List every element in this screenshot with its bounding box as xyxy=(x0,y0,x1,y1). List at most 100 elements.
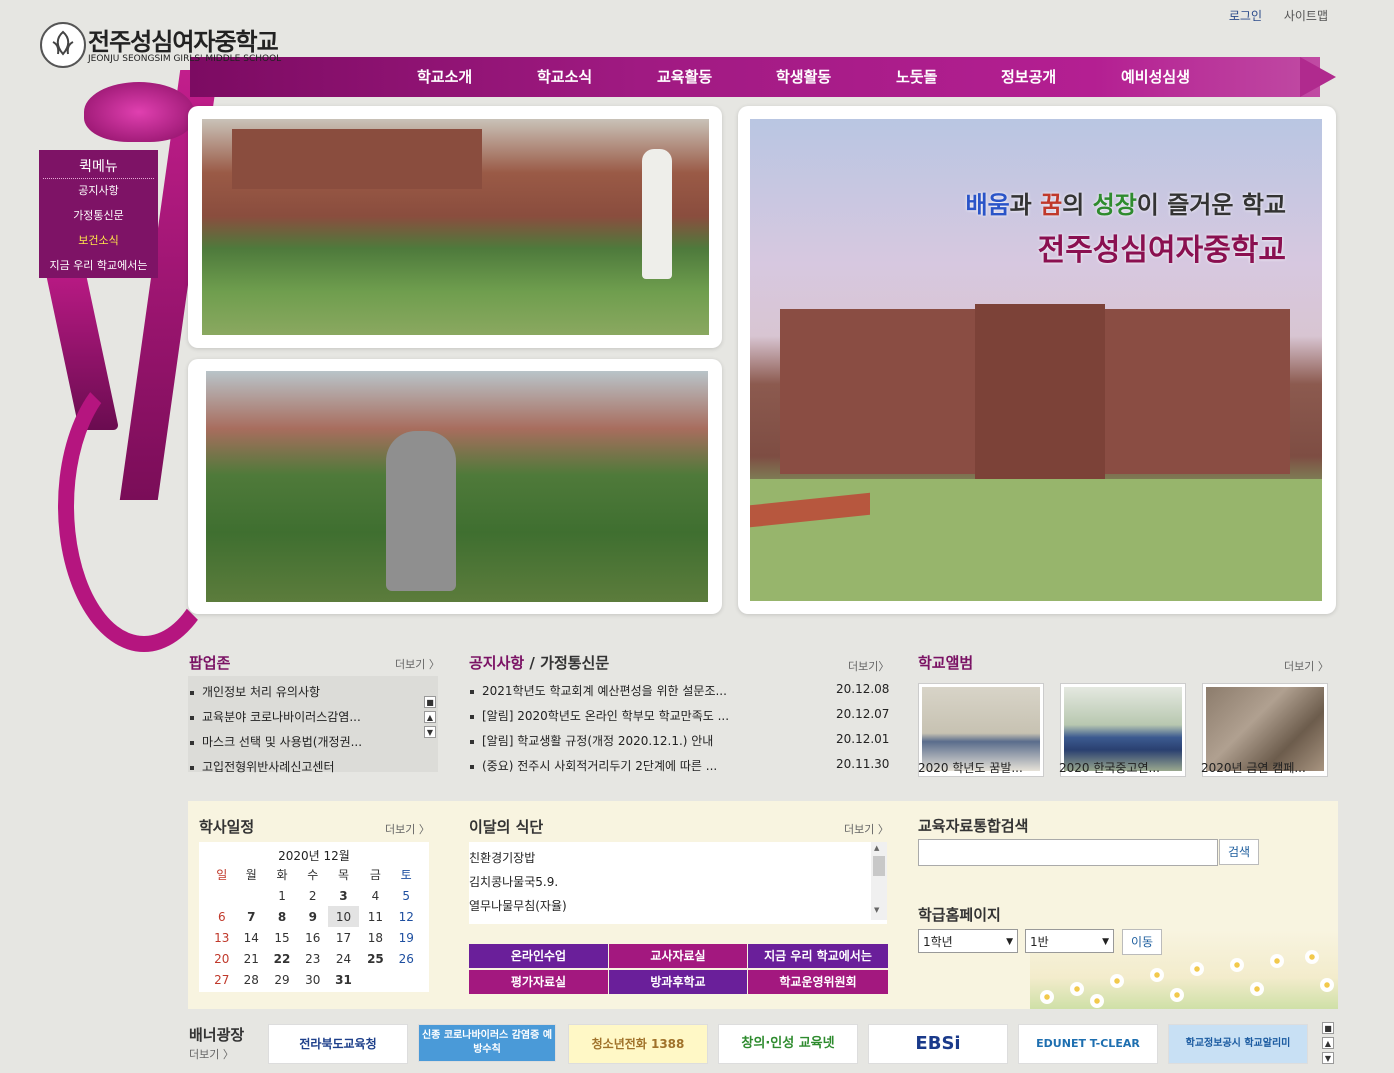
album-caption[interactable]: 2020 학년도 꿈발... xyxy=(918,759,1023,776)
popup-item[interactable]: 마스크 선택 및 사용법(개정권... xyxy=(190,733,362,750)
popup-item[interactable]: 개인정보 처리 유의사항 xyxy=(190,683,320,700)
daisy-icon xyxy=(1190,962,1204,976)
calendar-day xyxy=(207,885,237,906)
meal-scrollbar[interactable]: ▲ ▼ xyxy=(871,842,887,920)
class-select[interactable]: 1반 ▼ xyxy=(1025,929,1114,953)
meal-item: 김치콩나물국5.9. xyxy=(469,875,559,889)
popup-item[interactable]: 고입전형위반사례신고센터 xyxy=(190,758,334,775)
banner-jeonbuk-education[interactable]: 전라북도교육청 xyxy=(268,1024,408,1064)
album-caption[interactable]: 2020년 금연 캠페... xyxy=(1201,759,1306,776)
notice-item[interactable]: 2021학년도 학교회계 예산편성을 위한 설문조... xyxy=(470,682,727,699)
calendar-day-event[interactable]: 7 xyxy=(237,906,267,927)
album-caption[interactable]: 2020 한국중고연... xyxy=(1059,759,1160,776)
online-class-button[interactable]: 온라인수업 xyxy=(469,944,608,968)
notice-tab-notice[interactable]: 공지사항 xyxy=(469,654,524,672)
daisy-icon xyxy=(1270,954,1284,968)
stop-icon[interactable]: ■ xyxy=(424,696,436,708)
arrow-down-icon[interactable]: ▼ xyxy=(424,726,436,738)
meal-list: 친환경기장밥 김치콩나물국5.9. 열무나물무침(자율) ▲ ▼ xyxy=(469,842,887,924)
go-button[interactable]: 이동 xyxy=(1122,929,1162,955)
arrow-up-icon[interactable]: ▲ xyxy=(1322,1037,1334,1049)
arrow-down-icon[interactable]: ▼ xyxy=(1322,1052,1334,1064)
arrow-up-icon[interactable]: ▲ xyxy=(874,844,879,852)
teacher-resources-button[interactable]: 교사자료실 xyxy=(609,944,747,968)
notice-item[interactable]: [알림] 학교생활 규정(개정 2020.12.1.) 안내 xyxy=(470,732,713,749)
nav-item-student-activity[interactable]: 학생활동 xyxy=(776,66,831,87)
calendar-day-event[interactable]: 22 xyxy=(266,948,298,969)
nav-item-prospective[interactable]: 예비성심생 xyxy=(1121,66,1190,87)
notice-item-date: 20.12.01 xyxy=(836,732,890,746)
banner-corona-prevention[interactable]: 신종 코로나바이러스 감염증 예방수칙 xyxy=(418,1024,556,1062)
quick-menu: 퀵메뉴 공지사항 가정통신문 보건소식 지금 우리 학교에서는 xyxy=(39,150,158,278)
school-committee-button[interactable]: 학교운영위원회 xyxy=(748,970,888,994)
evaluation-resources-button[interactable]: 평가자료실 xyxy=(469,970,608,994)
bullet-icon xyxy=(470,714,474,719)
calendar-day xyxy=(237,885,267,906)
weekday-tue: 화 xyxy=(276,868,288,882)
popup-item[interactable]: 교육분야 코로나바이러스감염... xyxy=(190,708,361,725)
arrow-up-icon[interactable]: ▲ xyxy=(424,711,436,723)
calendar-day: 14 xyxy=(243,930,259,945)
school-logo[interactable]: 전주성심여자중학교 JEONJU SEONGSIM GIRLS' MIDDLE … xyxy=(40,22,281,70)
nav-item-school-news[interactable]: 학교소식 xyxy=(537,66,592,87)
search-input[interactable] xyxy=(918,839,1218,866)
calendar-day-event[interactable]: 8 xyxy=(266,906,298,927)
calendar-more-link[interactable]: 더보기 〉 xyxy=(385,821,430,837)
nav-item-education[interactable]: 교육활동 xyxy=(657,66,712,87)
notice-tab-separator: / xyxy=(524,654,541,672)
stop-icon[interactable]: ■ xyxy=(1322,1022,1334,1034)
calendar-week: 13 14 15 16 17 18 19 xyxy=(207,927,421,948)
memorial-stone-shape xyxy=(386,431,456,591)
calendar: 2020년 12월 일 월 화 수 목 금 토 1 2 3 4 5 6 7 8 … xyxy=(199,842,429,992)
grade-select[interactable]: 1학년 ▼ xyxy=(918,929,1018,953)
banner-youth-1388[interactable]: 청소년전화 1388 xyxy=(568,1024,708,1064)
notice-tab-newsletter[interactable]: 가정통신문 xyxy=(540,654,609,672)
login-link[interactable]: 로그인 xyxy=(1229,9,1262,23)
meal-more-link[interactable]: 더보기 〉 xyxy=(844,821,889,837)
calendar-day: 11 xyxy=(367,909,384,924)
hero-frame: 배움과 꿈의 성장이 즐거운 학교 전주성심여자중학교 xyxy=(738,106,1336,614)
chevron-down-icon: ▼ xyxy=(1006,937,1013,947)
nav-item-info-disclosure[interactable]: 정보공개 xyxy=(1001,66,1056,87)
quick-menu-item-health[interactable]: 보건소식 xyxy=(39,232,158,248)
banner-plaza-more-link[interactable]: 더보기 〉 xyxy=(189,1046,234,1062)
notice-item[interactable]: [알림] 2020학년도 온라인 학부모 학교만족도 ... xyxy=(470,707,729,724)
album-more-link[interactable]: 더보기 〉 xyxy=(1284,658,1329,674)
notice-item[interactable]: (중요) 전주시 사회적거리두기 2단계에 따른 ... xyxy=(470,757,717,774)
nav-item-school-intro[interactable]: 학교소개 xyxy=(417,66,472,87)
daisy-icon xyxy=(1320,978,1334,992)
calendar-day: 23 xyxy=(305,951,321,966)
banner-edunet-tclear[interactable]: EDUNET T-CLEAR xyxy=(1018,1024,1158,1064)
scrollbar-thumb[interactable] xyxy=(873,856,885,876)
arrow-down-icon[interactable]: ▼ xyxy=(874,906,879,914)
banner-creativity-edunet[interactable]: 창의·인성 교육넷 xyxy=(718,1024,858,1064)
calendar-day xyxy=(391,969,421,990)
calendar-weekdays: 일 월 화 수 목 금 토 xyxy=(207,864,421,885)
notice-more-link[interactable]: 더보기〉 xyxy=(848,658,889,674)
class-select-value: 1반 xyxy=(1030,935,1049,949)
quick-menu-item-school-now[interactable]: 지금 우리 학교에서는 xyxy=(39,257,158,273)
daisy-icon xyxy=(1110,974,1124,988)
banner-ebsi[interactable]: EBSi xyxy=(868,1024,1008,1064)
quick-menu-item-newsletter[interactable]: 가정통신문 xyxy=(39,207,158,223)
search-button[interactable]: 검색 xyxy=(1219,839,1259,865)
school-now-button[interactable]: 지금 우리 학교에서는 xyxy=(748,944,888,968)
slogan-text: 이 즐거운 학교 xyxy=(1136,191,1286,219)
after-school-button[interactable]: 방과후학교 xyxy=(609,970,747,994)
calendar-month: 2020년 12월 xyxy=(278,849,350,863)
sitemap-link[interactable]: 사이트맵 xyxy=(1284,9,1328,23)
popup-zone-more-link[interactable]: 더보기 〉 xyxy=(395,656,440,672)
calendar-day-event[interactable]: 9 xyxy=(298,906,328,927)
quick-menu-item-notice[interactable]: 공지사항 xyxy=(39,182,158,198)
banner-school-alimi[interactable]: 학교정보공시 학교알리미 xyxy=(1168,1024,1308,1064)
calendar-day-event[interactable]: 31 xyxy=(328,969,360,990)
calendar-day: 27 xyxy=(214,972,230,987)
nav-item-nodutdol[interactable]: 노둣돌 xyxy=(896,66,937,87)
popup-scroll-controls: ■ ▲ ▼ xyxy=(424,696,438,742)
popup-item-text: 개인정보 처리 유의사항 xyxy=(202,685,321,699)
slogan-text: 과 xyxy=(1009,191,1041,219)
banner-scroll-controls: ■ ▲ ▼ xyxy=(1322,1022,1336,1068)
calendar-day: 15 xyxy=(274,930,290,945)
calendar-day-event[interactable]: 3 xyxy=(328,885,360,906)
calendar-day-event[interactable]: 25 xyxy=(359,948,391,969)
